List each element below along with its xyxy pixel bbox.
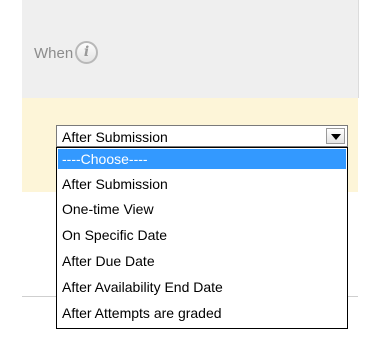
option-after-due-date[interactable]: After Due Date xyxy=(58,251,346,271)
when-dropdown-list: ----Choose---- After Submission One-time… xyxy=(56,147,348,329)
dropdown-arrow-button[interactable] xyxy=(326,128,345,144)
option-on-specific-date[interactable]: On Specific Date xyxy=(58,225,346,245)
when-select[interactable]: After Submission xyxy=(56,125,348,147)
option-after-attempts-are-graded[interactable]: After Attempts are graded xyxy=(58,303,346,323)
when-label: When xyxy=(34,45,74,62)
option-one-time-view[interactable]: One-time View xyxy=(58,199,346,219)
chevron-down-icon xyxy=(331,134,341,140)
panel-edge xyxy=(358,0,359,98)
option-after-availability-end-date[interactable]: After Availability End Date xyxy=(58,277,346,297)
info-icon[interactable]: i xyxy=(75,41,98,64)
option-after-submission[interactable]: After Submission xyxy=(58,174,346,194)
when-select-value: After Submission xyxy=(62,129,168,145)
option-choose[interactable]: ----Choose---- xyxy=(58,149,346,169)
